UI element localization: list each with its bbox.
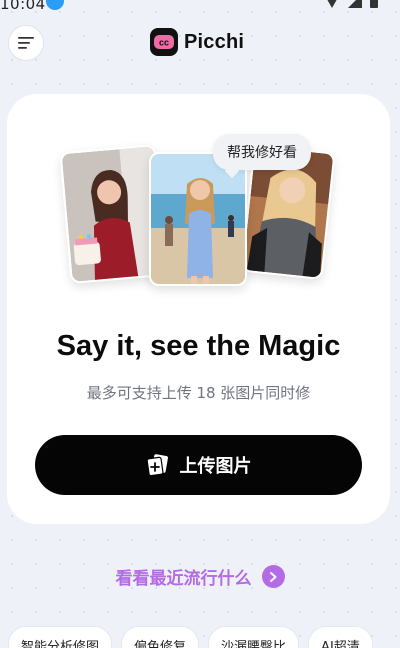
chip-color-correction[interactable]: 偏色修复 — [121, 626, 200, 648]
prompt-speech-bubble: 帮我修好看 — [213, 134, 311, 170]
feature-chips: 智能分析修图 偏色修复 沙漏腰臀比 AI超清 — [8, 626, 373, 648]
hamburger-menu-icon — [18, 37, 34, 49]
chip-hourglass-figure[interactable]: 沙漏腰臀比 — [208, 626, 300, 648]
wifi-icon — [324, 0, 340, 8]
add-photo-icon — [146, 454, 168, 476]
sample-photos: 帮我修好看 — [57, 134, 337, 294]
app-logo: cc Picchi — [150, 28, 244, 56]
hero-card: 帮我修好看 Say it, see the Magic 最多可支持上传 18 张… — [7, 94, 390, 524]
upload-images-button[interactable]: 上传图片 — [35, 435, 362, 495]
cellular-signal-icon — [348, 0, 362, 8]
status-bar: 10:04 — [0, 0, 400, 13]
chevron-right-circle-icon — [261, 565, 285, 588]
status-time: 10:04 — [0, 0, 46, 13]
hero-subtitle: 最多可支持上传 18 张图片同时修 — [86, 384, 311, 402]
battery-icon — [370, 0, 378, 8]
menu-button[interactable] — [8, 25, 44, 61]
app-name: Picchi — [184, 30, 245, 53]
svg-text:cc: cc — [159, 38, 169, 48]
chip-smart-retouch[interactable]: 智能分析修图 — [8, 626, 113, 648]
trending-link[interactable]: 看看最近流行什么 — [0, 564, 400, 589]
hero-title: Say it, see the Magic — [56, 330, 341, 362]
upload-button-label: 上传图片 — [179, 456, 252, 477]
trending-label: 看看最近流行什么 — [115, 569, 252, 589]
chip-ai-upscale[interactable]: AI超清 — [308, 626, 373, 648]
notification-badge-icon — [46, 0, 64, 10]
status-icons — [324, 0, 378, 8]
picchi-logo-icon: cc — [150, 28, 178, 56]
